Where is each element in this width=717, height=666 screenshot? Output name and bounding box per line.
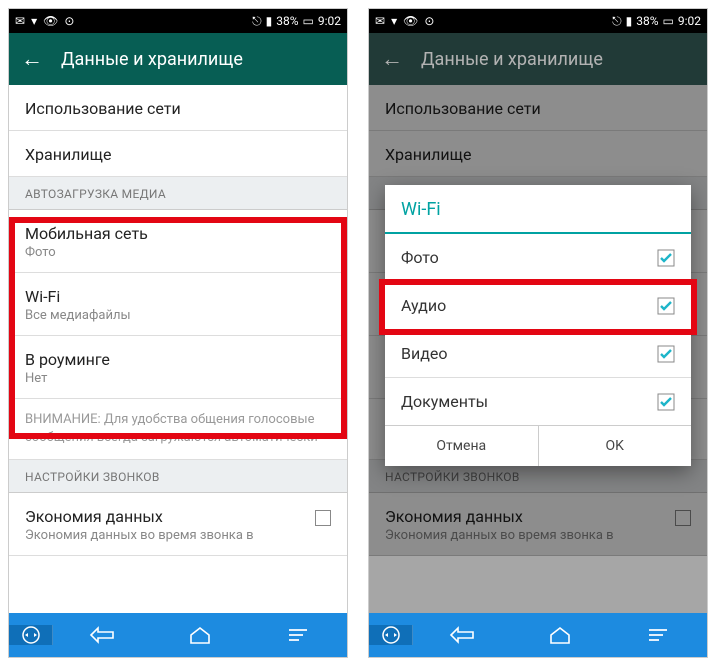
row-label: Использование сети xyxy=(25,99,331,118)
section-autodownload: АВТОЗАГРУЗКА МЕДИА xyxy=(9,177,347,210)
page-title: Данные и хранилище xyxy=(421,49,603,70)
row-sub: Фото xyxy=(25,245,331,260)
eye-icon: 👁 xyxy=(403,14,418,28)
row-sub: Все медиафайлы xyxy=(25,308,331,323)
row-mobile[interactable]: Мобильная сеть Фото xyxy=(9,210,347,273)
row-label: Мобильная сеть xyxy=(25,224,331,243)
row-label: Хранилище xyxy=(25,145,331,164)
signal-icon: ▮ xyxy=(266,14,273,28)
nav-back-icon[interactable] xyxy=(53,626,151,644)
page-title: Данные и хранилище xyxy=(61,49,243,70)
clock-text: 9:02 xyxy=(678,14,701,28)
app-bar: ← Данные и хранилище xyxy=(9,33,347,85)
mail-icon: ✉ xyxy=(375,14,385,28)
ok-button[interactable]: OK xyxy=(538,425,692,466)
section-calls: НАСТРОЙКИ ЗВОНКОВ xyxy=(9,460,347,493)
wifi-icon: ⎋ xyxy=(612,14,622,29)
dialog-row-label: Видео xyxy=(401,344,447,363)
wifi-dialog: Wi-Fi Фото Аудио Видео xyxy=(385,185,691,466)
nav-teamviewer-icon[interactable] xyxy=(9,625,53,645)
nav-home-icon[interactable] xyxy=(511,626,609,644)
row-sub: Экономия данных во время звонка в xyxy=(25,528,307,543)
row-network-usage[interactable]: Использование сети xyxy=(9,85,347,131)
dialog-row-label: Фото xyxy=(401,248,439,267)
row-label: Wi-Fi xyxy=(25,287,331,306)
dialog-row-docs[interactable]: Документы xyxy=(385,378,691,425)
arrow-icon: ▾ xyxy=(391,14,397,28)
dialog-row-video[interactable]: Видео xyxy=(385,330,691,378)
nav-recent-icon[interactable] xyxy=(609,627,707,643)
row-label: Экономия данных xyxy=(25,507,307,526)
status-bar: ✉ ▾ 👁 ⊙ ⎋ ▮ 38% ▭ 9:02 xyxy=(369,9,707,33)
eye-icon: 👁 xyxy=(43,14,58,28)
dialog-row-photo[interactable]: Фото xyxy=(385,234,691,282)
back-icon[interactable]: ← xyxy=(21,46,43,72)
checkbox-checked-icon[interactable] xyxy=(657,393,675,411)
dialog-title: Wi-Fi xyxy=(385,185,691,234)
nav-home-icon[interactable] xyxy=(151,626,249,644)
nav-bar xyxy=(9,613,347,657)
dialog-row-label: Документы xyxy=(401,392,488,411)
battery-text: 38% xyxy=(276,14,298,28)
settings-list: Использование сети Хранилище АВТОЗАГРУЗК… xyxy=(369,85,707,613)
battery-icon: ▭ xyxy=(303,14,314,28)
row-sub: Нет xyxy=(25,371,331,386)
checkbox-checked-icon[interactable] xyxy=(657,297,675,315)
dialog-row-label: Аудио xyxy=(401,296,446,315)
mail-icon: ✉ xyxy=(15,14,25,28)
checkbox-checked-icon[interactable] xyxy=(657,249,675,267)
row-roaming[interactable]: В роуминге Нет xyxy=(9,336,347,399)
status-bar: ✉ ▾ 👁 ⊙ ⎋ ▮ 38% ▭ 9:02 xyxy=(9,9,347,33)
phone-left: ✉ ▾ 👁 ⊙ ⎋ ▮ 38% ▭ 9:02 ← Данные и хранил… xyxy=(8,8,348,658)
battery-text: 38% xyxy=(636,14,658,28)
cancel-button[interactable]: Отмена xyxy=(385,425,538,466)
nav-back-icon[interactable] xyxy=(413,626,511,644)
nav-recent-icon[interactable] xyxy=(249,627,347,643)
battery-icon: ▭ xyxy=(663,14,674,28)
row-economy[interactable]: Экономия данных Экономия данных во время… xyxy=(9,493,347,556)
clock-text: 9:02 xyxy=(318,14,341,28)
teamviewer-icon: ⊙ xyxy=(64,14,74,28)
row-label: В роуминге xyxy=(25,350,331,369)
app-bar: ← Данные и хранилище xyxy=(369,33,707,85)
row-wifi[interactable]: Wi-Fi Все медиафайлы xyxy=(9,273,347,336)
nav-teamviewer-icon[interactable] xyxy=(369,625,413,645)
wifi-icon: ⎋ xyxy=(252,14,262,29)
teamviewer-icon: ⊙ xyxy=(424,14,434,28)
checkbox-empty[interactable] xyxy=(315,510,331,526)
signal-icon: ▮ xyxy=(626,14,633,28)
info-text: ВНИМАНИЕ: Для удобства общения голосовые… xyxy=(9,399,347,460)
settings-list: Использование сети Хранилище АВТОЗАГРУЗК… xyxy=(9,85,347,613)
row-storage[interactable]: Хранилище xyxy=(9,131,347,177)
back-icon: ← xyxy=(381,46,403,72)
nav-bar xyxy=(369,613,707,657)
checkbox-checked-icon[interactable] xyxy=(657,345,675,363)
dialog-row-audio[interactable]: Аудио xyxy=(385,282,691,330)
arrow-icon: ▾ xyxy=(31,14,37,28)
phone-right: ✉ ▾ 👁 ⊙ ⎋ ▮ 38% ▭ 9:02 ← Данные и хранил… xyxy=(368,8,708,658)
